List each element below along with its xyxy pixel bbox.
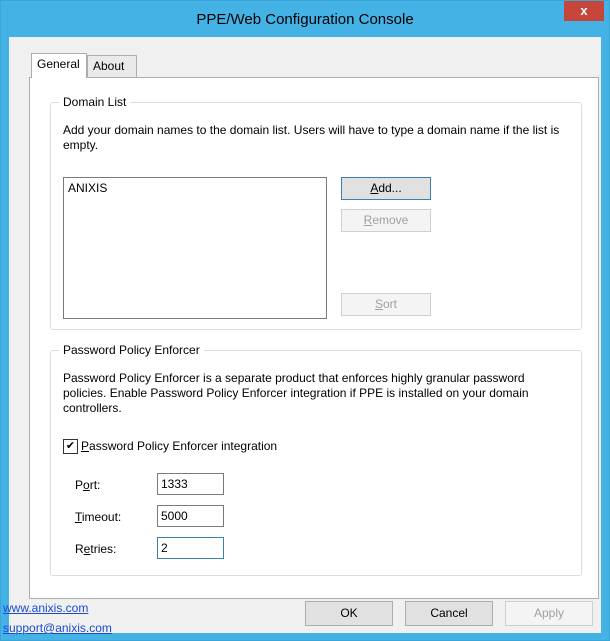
ppe-integration-checkbox[interactable]: ✔	[63, 439, 78, 454]
port-label: Port:	[75, 478, 101, 492]
client-area: General About Domain List Add your domai…	[3, 37, 601, 635]
close-button[interactable]: x	[564, 1, 604, 21]
timeout-input[interactable]: 5000	[157, 505, 224, 527]
apply-button[interactable]: Apply	[505, 601, 593, 626]
timeout-label: Timeout:	[75, 510, 122, 524]
sort-domain-button[interactable]: Sort	[341, 293, 431, 316]
ok-button[interactable]: OK	[305, 601, 393, 626]
website-link[interactable]: www.anixis.com	[3, 601, 88, 615]
title-bar[interactable]: PPE/Web Configuration Console x	[1, 1, 609, 37]
cancel-button[interactable]: Cancel	[405, 601, 493, 626]
list-item[interactable]: ANIXIS	[64, 178, 326, 198]
domain-list-description: Add your domain names to the domain list…	[63, 123, 560, 152]
support-email-link[interactable]: support@anixis.com	[3, 621, 112, 635]
add-domain-button[interactable]: Add...	[341, 177, 431, 200]
remove-domain-button[interactable]: Remove	[341, 209, 431, 232]
tab-panel-general: Domain List Add your domain names to the…	[29, 77, 599, 599]
config-window: PPE/Web Configuration Console x General …	[0, 0, 610, 641]
ppe-legend: Password Policy Enforcer	[59, 343, 204, 357]
ppe-integration-label: Password Policy Enforcer integration	[81, 439, 278, 453]
retries-label: Retries:	[75, 542, 117, 556]
ppe-group: Password Policy Enforcer Password Policy…	[50, 343, 582, 576]
domain-list-legend: Domain List	[59, 95, 131, 109]
retries-input[interactable]: 2	[157, 537, 224, 559]
domain-list-group: Domain List Add your domain names to the…	[50, 95, 582, 330]
port-input[interactable]: 1333	[157, 473, 224, 495]
tab-general[interactable]: General	[31, 53, 87, 78]
ppe-description: Password Policy Enforcer is a separate p…	[63, 371, 529, 415]
window-title: PPE/Web Configuration Console	[196, 11, 414, 28]
tab-about[interactable]: About	[87, 55, 137, 77]
domain-listbox[interactable]: ANIXIS	[63, 177, 327, 319]
